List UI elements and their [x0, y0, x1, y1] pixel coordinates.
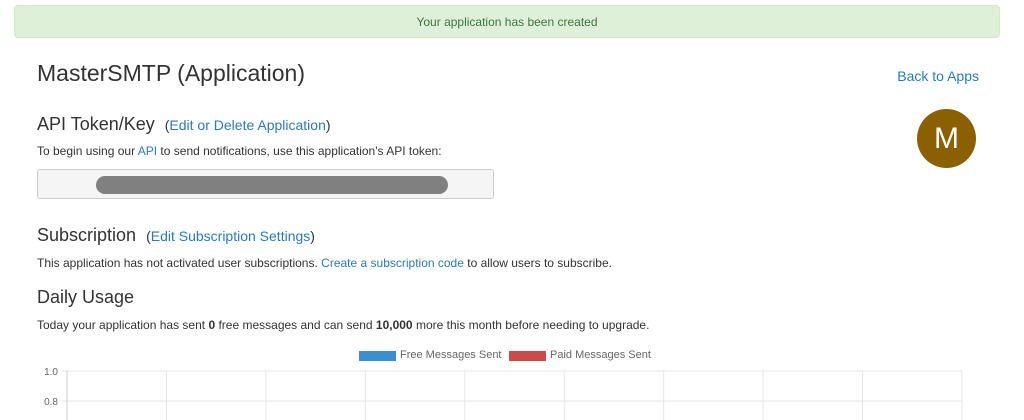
usage-desc-3: more this month before needing to upgrad… — [412, 318, 650, 332]
y-tick-label: 1.0 — [44, 367, 58, 378]
api-token-field[interactable] — [37, 169, 494, 199]
back-to-apps-link[interactable]: Back to Apps — [897, 68, 979, 84]
chart-y-ticks: 1.0 0.8 — [44, 367, 58, 408]
subscription-heading: Subscription (Edit Subscription Settings) — [37, 225, 315, 246]
edit-or-delete-application-link[interactable]: Edit or Delete Application — [169, 117, 325, 133]
usage-desc-2: free messages and can send — [215, 318, 376, 332]
subscription-description: This application has not activated user … — [37, 256, 612, 270]
daily-usage-heading: Daily Usage — [37, 287, 135, 307]
avatar-letter: M — [934, 122, 959, 155]
api-token-heading-text: API Token/Key — [37, 114, 155, 134]
subscription-paren: (Edit Subscription Settings) — [146, 228, 315, 244]
api-desc-before: To begin using our — [37, 144, 138, 158]
daily-usage-chart: 1.0 0.8 — [44, 367, 963, 420]
create-subscription-code-link[interactable]: Create a subscription code — [321, 256, 464, 270]
success-alert: Your application has been created — [14, 5, 1000, 38]
page-title: MasterSMTP (Application) — [37, 60, 305, 86]
api-token-paren: (Edit or Delete Application) — [165, 117, 331, 133]
paren-close: ) — [310, 228, 315, 244]
subscription-heading-text: Subscription — [37, 225, 137, 245]
y-tick-label: 0.8 — [44, 397, 58, 408]
api-token-heading: API Token/Key (Edit or Delete Application… — [37, 114, 331, 135]
redacted-token — [96, 176, 448, 194]
alert-message: Your application has been created — [416, 15, 598, 29]
usage-desc-1: Today your application has sent — [37, 318, 209, 332]
api-link[interactable]: API — [138, 144, 157, 158]
app-avatar: M — [917, 109, 976, 168]
subscription-desc-after: to allow users to subscribe. — [463, 256, 612, 270]
api-desc-after: to send notifications, use this applicat… — [157, 144, 442, 158]
edit-subscription-settings-link[interactable]: Edit Subscription Settings — [151, 228, 311, 244]
chart-grid — [62, 370, 963, 420]
paren-close: ) — [325, 117, 331, 133]
api-token-description: To begin using our API to send notificat… — [37, 144, 442, 158]
remaining-count: 10,000 — [375, 318, 413, 332]
daily-usage-description: Today your application has sent 0 free m… — [37, 318, 649, 332]
subscription-desc-before: This application has not activated user … — [37, 256, 322, 270]
